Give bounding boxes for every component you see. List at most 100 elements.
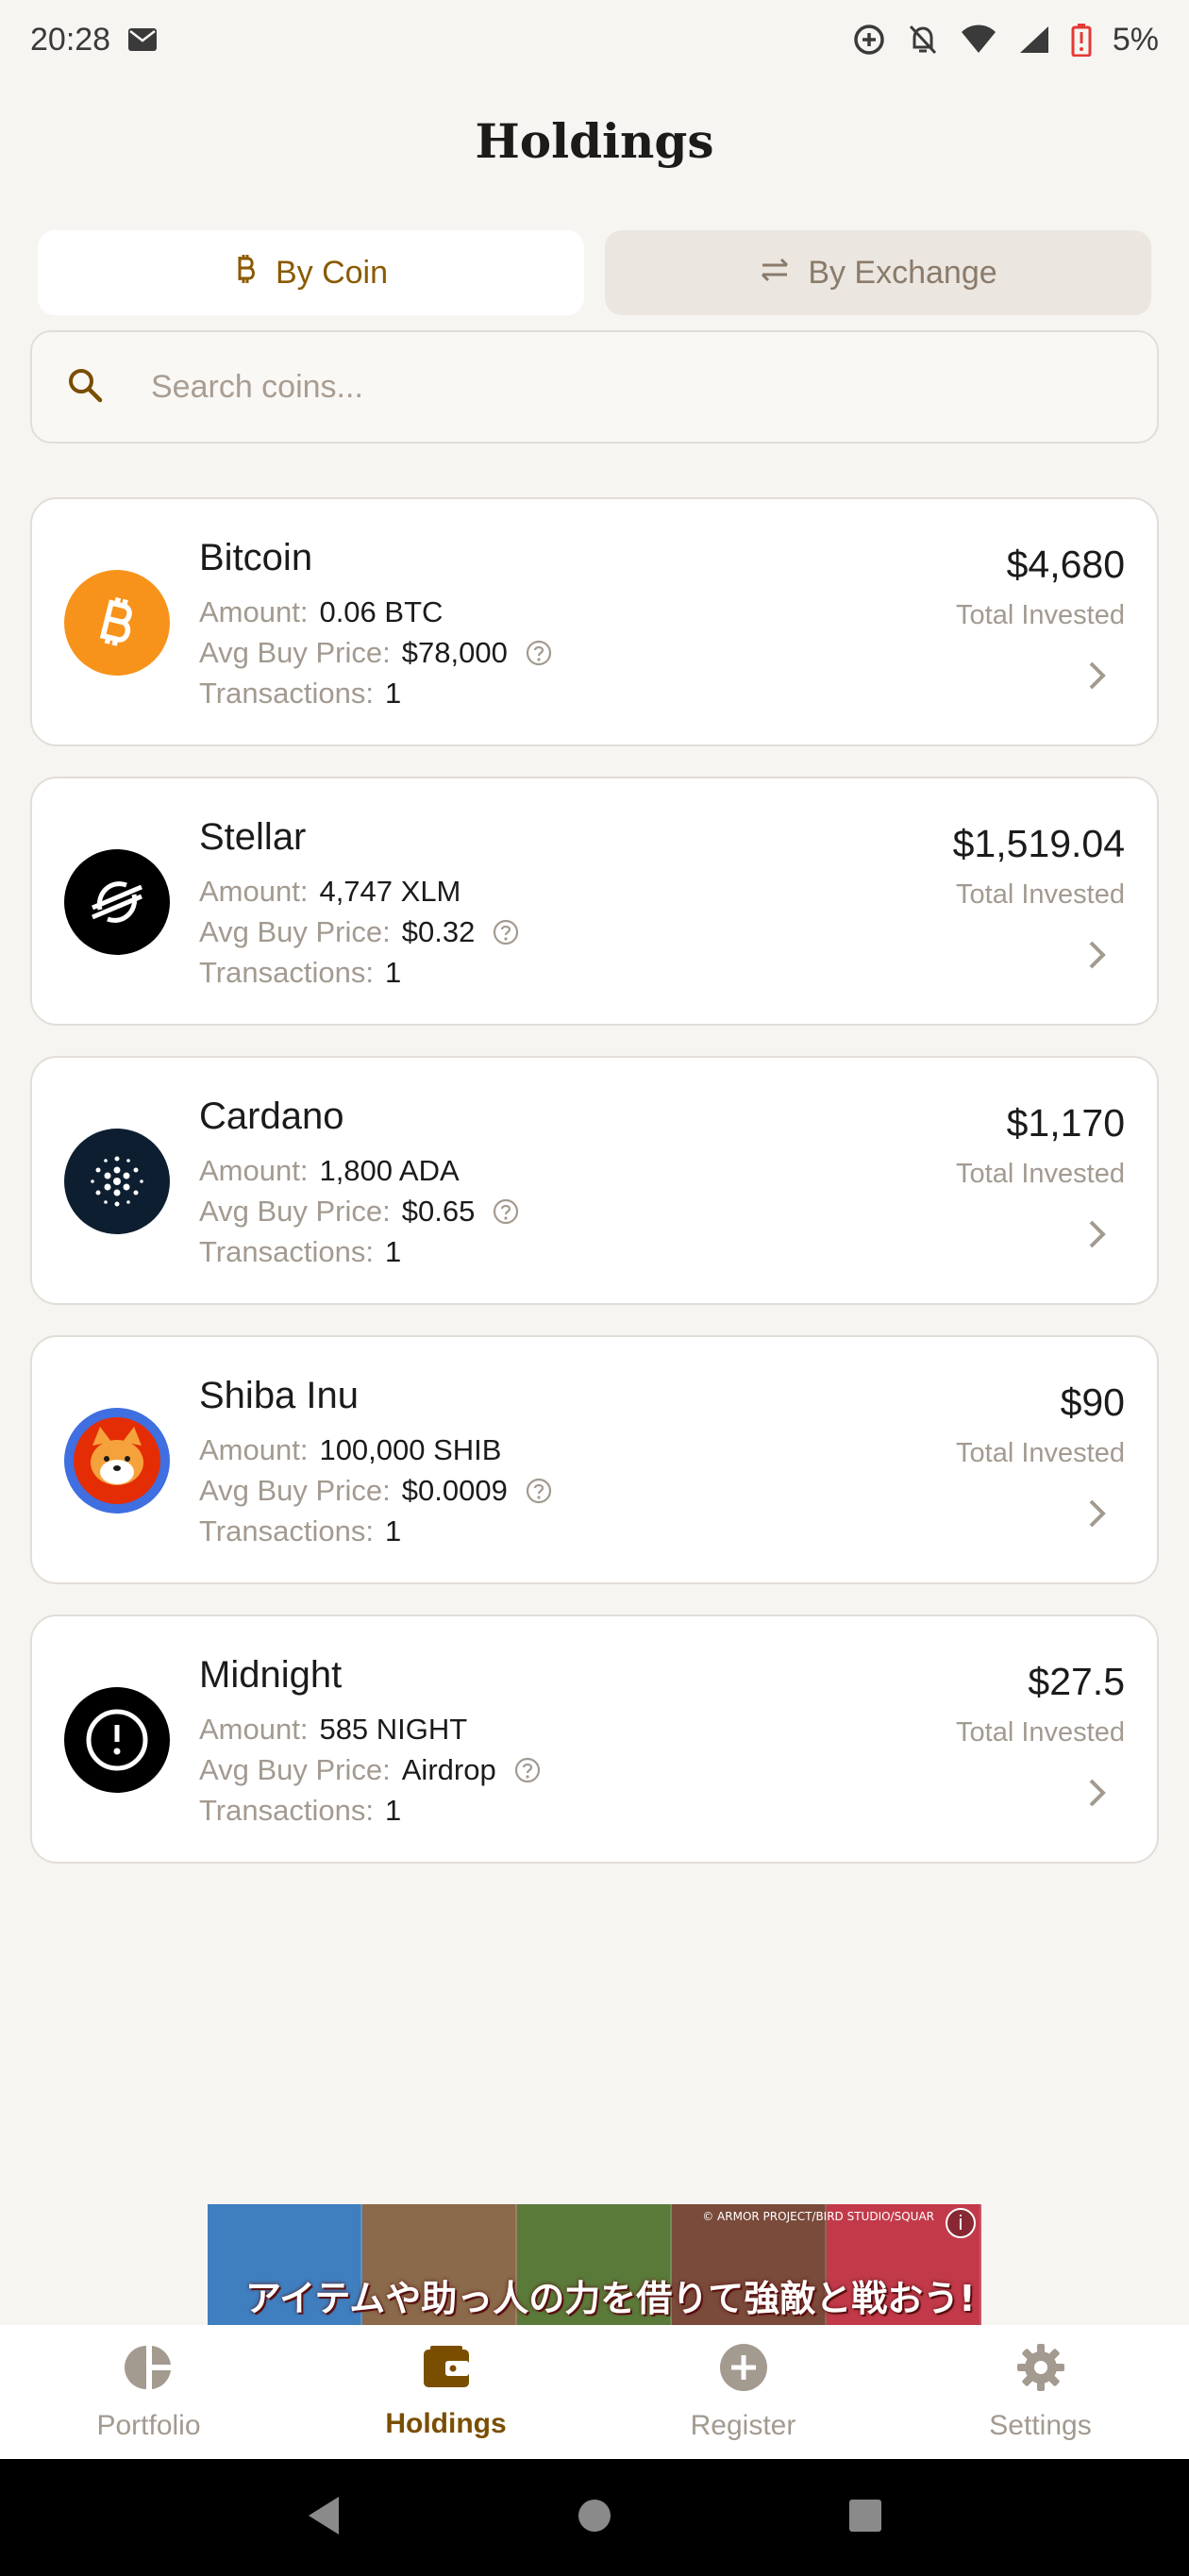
chevron-right-icon — [1087, 939, 1108, 976]
avg-buy-price-value: Airdrop — [401, 1753, 496, 1786]
coin-name: Cardano — [199, 1096, 344, 1137]
nav-item-portfolio[interactable]: Portfolio — [0, 2325, 297, 2459]
transactions-label: Transactions: — [199, 677, 374, 710]
amount-label: Amount: — [199, 875, 309, 908]
total-invested-amount: $27.5 — [1028, 1660, 1125, 1703]
tab-by-exchange[interactable]: By Exchange — [605, 230, 1151, 315]
holding-card-midnight[interactable]: Midnight Amount: 585 NIGHT Avg Buy Price… — [30, 1614, 1159, 1864]
avg-buy-price-row: Avg Buy Price: $0.0009 — [199, 1474, 553, 1508]
bitcoin-logo-icon — [64, 570, 170, 676]
amount-label: Amount: — [199, 1433, 309, 1466]
avg-buy-price-label: Avg Buy Price: — [199, 1195, 391, 1228]
shiba-inu-logo-icon — [64, 1408, 170, 1514]
tab-by-coin[interactable]: By Coin — [38, 230, 584, 315]
status-time: 20:28 — [30, 21, 111, 58]
add-circle-icon — [718, 2342, 769, 2400]
gear-icon — [1015, 2342, 1066, 2400]
search-bar — [30, 330, 1159, 443]
avg-buy-price-row: Avg Buy Price: Airdrop — [199, 1753, 542, 1787]
transactions-row: Transactions: 1 — [199, 677, 401, 711]
coin-name: Stellar — [199, 816, 307, 858]
coin-name: Shiba Inu — [199, 1375, 360, 1416]
holding-card-stellar[interactable]: Stellar Amount: 4,747 XLM Avg Buy Price:… — [30, 777, 1159, 1026]
midnight-logo-icon — [64, 1687, 170, 1793]
total-invested-amount: $90 — [1060, 1380, 1125, 1424]
chevron-right-icon — [1087, 660, 1108, 696]
ad-copyright: © ARMOR PROJECT/BIRD STUDIO/SQUAR — [702, 2210, 934, 2223]
amount-value: 1,800 ADA — [319, 1154, 460, 1187]
wifi-icon — [960, 25, 997, 55]
amount-row: Amount: 1,800 ADA — [199, 1154, 460, 1188]
transactions-value: 1 — [384, 677, 402, 710]
transactions-label: Transactions: — [199, 1514, 374, 1547]
transactions-label: Transactions: — [199, 956, 374, 989]
avg-buy-price-label: Avg Buy Price: — [199, 915, 391, 948]
total-invested-label: Total Invested — [956, 600, 1125, 630]
nav-item-settings[interactable]: Settings — [892, 2325, 1189, 2459]
amount-value: 585 NIGHT — [319, 1713, 468, 1746]
amount-row: Amount: 585 NIGHT — [199, 1713, 467, 1747]
bottom-nav: Portfolio Holdings Register Settings — [0, 2325, 1189, 2459]
total-invested-block: $1,519.04 Total Invested — [953, 822, 1125, 911]
transactions-value: 1 — [384, 1514, 402, 1547]
pie-chart-icon — [124, 2342, 175, 2400]
chevron-right-icon — [1087, 1497, 1108, 1534]
coin-name: Bitcoin — [199, 537, 313, 578]
avg-buy-price-value: $0.65 — [401, 1195, 476, 1228]
holding-card-cardano[interactable]: Cardano Amount: 1,800 ADA Avg Buy Price:… — [30, 1056, 1159, 1305]
nav-label-settings: Settings — [989, 2410, 1092, 2441]
nav-item-holdings[interactable]: Holdings — [297, 2325, 594, 2459]
total-invested-block: $90 Total Invested — [956, 1380, 1125, 1469]
nav-label-holdings: Holdings — [385, 2408, 507, 2439]
total-invested-amount: $4,680 — [1006, 543, 1125, 586]
help-circle-icon[interactable] — [492, 1197, 520, 1226]
back-icon[interactable] — [305, 2495, 343, 2541]
help-circle-icon[interactable] — [513, 1756, 542, 1784]
avg-buy-price-value: $78,000 — [401, 636, 508, 669]
recents-icon[interactable] — [846, 2497, 884, 2539]
search-icon — [66, 366, 104, 409]
amount-value: 100,000 SHIB — [319, 1433, 502, 1466]
avg-buy-price-label: Avg Buy Price: — [199, 636, 391, 669]
chevron-right-icon — [1087, 1777, 1108, 1814]
tab-by-exchange-label: By Exchange — [808, 254, 997, 291]
view-tabs: By Coin By Exchange — [38, 230, 1151, 315]
holding-card-bitcoin[interactable]: Bitcoin Amount: 0.06 BTC Avg Buy Price: … — [30, 497, 1159, 746]
total-invested-amount: $1,170 — [1006, 1101, 1125, 1145]
help-circle-icon[interactable] — [492, 918, 520, 946]
transactions-label: Transactions: — [199, 1794, 374, 1827]
chevron-right-icon — [1087, 1218, 1108, 1255]
total-invested-block: $27.5 Total Invested — [956, 1660, 1125, 1748]
help-circle-icon[interactable] — [525, 1477, 553, 1505]
ad-banner[interactable]: © ARMOR PROJECT/BIRD STUDIO/SQUAR i アイテム… — [208, 2204, 981, 2325]
transactions-row: Transactions: 1 — [199, 1794, 401, 1828]
nav-item-register[interactable]: Register — [594, 2325, 892, 2459]
total-invested-label: Total Invested — [956, 1438, 1125, 1468]
transactions-row: Transactions: 1 — [199, 1235, 401, 1269]
avg-buy-price-row: Avg Buy Price: $0.65 — [199, 1195, 520, 1229]
total-invested-amount: $1,519.04 — [952, 822, 1125, 865]
avg-buy-price-row: Avg Buy Price: $78,000 — [199, 636, 553, 670]
holding-card-shiba-inu[interactable]: Shiba Inu Amount: 100,000 SHIB Avg Buy P… — [30, 1335, 1159, 1584]
signal-icon — [1018, 25, 1050, 55]
search-input[interactable] — [151, 368, 1000, 406]
ad-info-icon[interactable]: i — [946, 2208, 976, 2238]
avg-buy-price-label: Avg Buy Price: — [199, 1474, 391, 1507]
tab-by-coin-label: By Coin — [275, 254, 389, 291]
nav-label-portfolio: Portfolio — [96, 2410, 201, 2441]
home-icon[interactable] — [576, 2497, 613, 2539]
swap-icon — [759, 255, 791, 292]
total-invested-label: Total Invested — [956, 1717, 1125, 1748]
mail-icon — [127, 27, 158, 52]
total-invested-label: Total Invested — [956, 1159, 1125, 1189]
amount-label: Amount: — [199, 595, 309, 628]
avg-buy-price-label: Avg Buy Price: — [199, 1753, 391, 1786]
cardano-logo-icon — [64, 1129, 170, 1234]
amount-row: Amount: 4,747 XLM — [199, 875, 461, 909]
transactions-value: 1 — [384, 956, 402, 989]
help-circle-icon[interactable] — [525, 639, 553, 667]
transactions-label: Transactions: — [199, 1235, 374, 1268]
transactions-row: Transactions: 1 — [199, 956, 401, 990]
amount-row: Amount: 0.06 BTC — [199, 595, 443, 629]
total-invested-block: $4,680 Total Invested — [956, 543, 1125, 631]
